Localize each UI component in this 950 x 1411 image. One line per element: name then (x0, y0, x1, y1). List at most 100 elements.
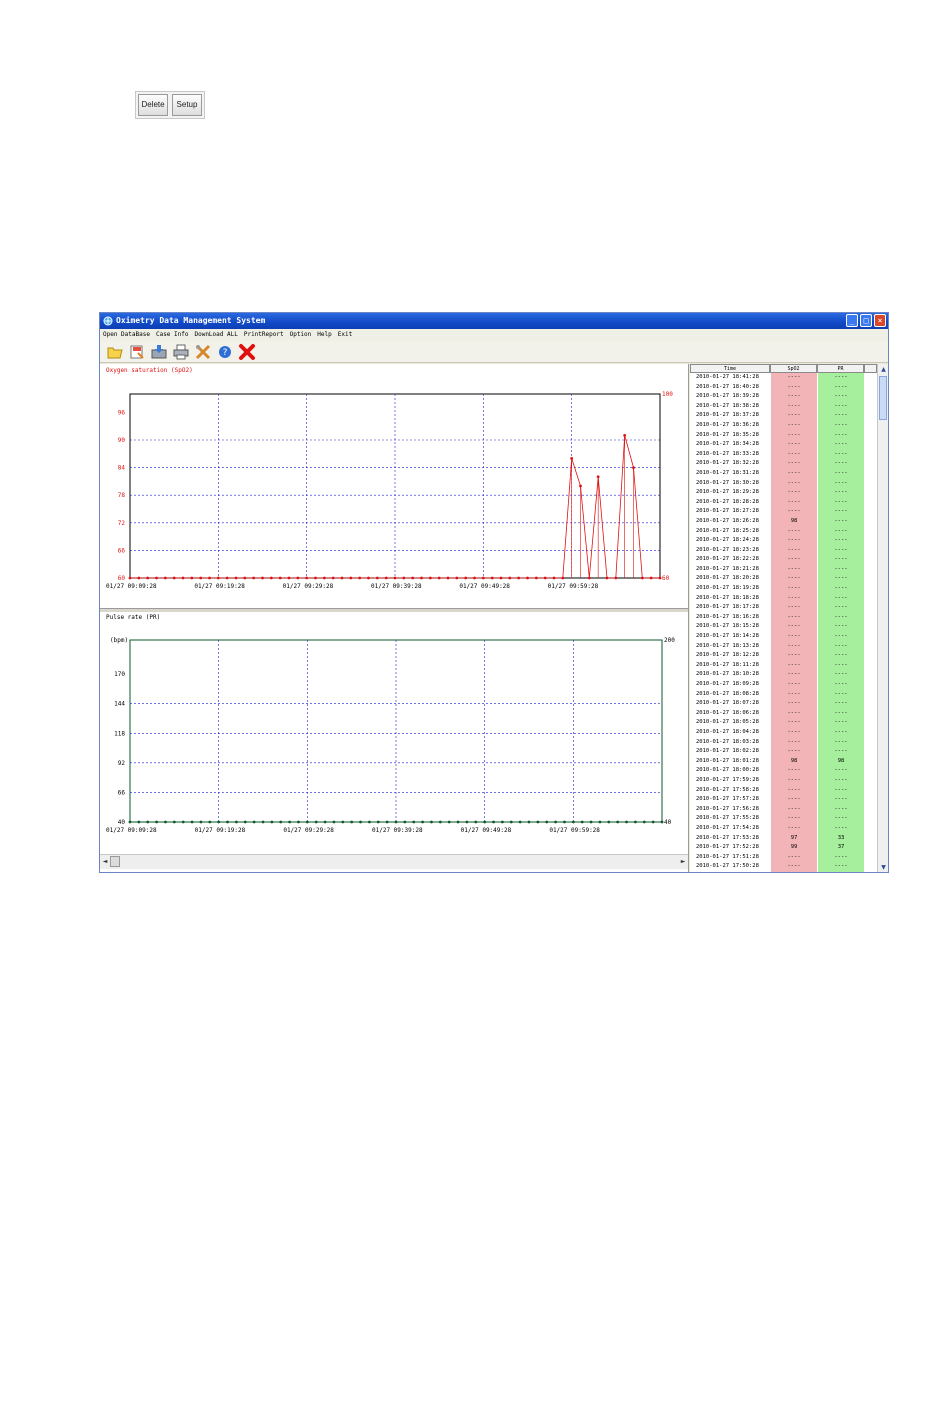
scroll-left-icon[interactable]: ◄ (100, 857, 110, 867)
table-row[interactable]: 2010-01-27 18:33:28 ---- ---- (690, 449, 877, 460)
table-row[interactable]: 2010-01-27 18:32:28 ---- ---- (690, 459, 877, 469)
table-row[interactable]: 2010-01-27 18:11:28 ---- ---- (690, 660, 877, 671)
column-header-time[interactable]: Time (690, 364, 770, 373)
table-row[interactable]: 2010-01-27 18:03:28 ---- ---- (690, 737, 877, 748)
minimize-icon[interactable]: _ (846, 314, 858, 327)
menu-help[interactable]: Help (317, 329, 331, 341)
cell-spacer (864, 440, 877, 450)
table-row[interactable]: 2010-01-27 18:00:28 ---- ---- (690, 766, 877, 776)
help-icon[interactable]: ? (216, 343, 234, 361)
menu-case-info[interactable]: Case Info (156, 329, 189, 341)
table-row[interactable]: 2010-01-27 18:22:28 ---- ---- (690, 555, 877, 565)
cell-spacer (864, 632, 877, 642)
table-row[interactable]: 2010-01-27 18:26:28 98 ---- (690, 516, 877, 527)
scroll-up-icon[interactable]: ▲ (879, 365, 888, 374)
print-icon[interactable] (172, 343, 190, 361)
cell-time: 2010-01-27 17:58:28 (696, 786, 759, 793)
table-row[interactable]: 2010-01-27 18:38:28 ---- ---- (690, 401, 877, 412)
table-row[interactable]: 2010-01-27 18:21:28 ---- ---- (690, 564, 877, 575)
table-row[interactable]: 2010-01-27 18:30:28 ---- ---- (690, 478, 877, 489)
table-row[interactable]: 2010-01-27 18:12:28 ---- ---- (690, 651, 877, 661)
close-icon[interactable]: × (874, 314, 886, 327)
data-point (527, 820, 531, 824)
table-row[interactable]: 2010-01-27 18:23:28 ---- ---- (690, 545, 877, 556)
data-point (217, 820, 221, 824)
y-tick-label: 66 (118, 547, 126, 554)
table-row[interactable]: 2010-01-27 18:04:28 ---- ---- (690, 727, 877, 738)
table-row[interactable]: 2010-01-27 17:59:28 ---- ---- (690, 775, 877, 786)
cell-spacer (864, 565, 877, 575)
table-row[interactable]: 2010-01-27 18:06:28 ---- ---- (690, 708, 877, 719)
open-record-icon[interactable] (128, 343, 146, 361)
table-row[interactable]: 2010-01-27 18:29:28 ---- ---- (690, 488, 877, 498)
table-row[interactable]: 2010-01-27 18:18:28 ---- ---- (690, 593, 877, 604)
table-row[interactable]: 2010-01-27 18:31:28 ---- ---- (690, 468, 877, 479)
maximize-icon[interactable]: □ (860, 314, 872, 327)
menu-exit[interactable]: Exit (338, 329, 352, 341)
table-row[interactable]: 2010-01-27 17:51:28 ---- ---- (690, 852, 877, 863)
table-row[interactable]: 2010-01-27 18:20:28 ---- ---- (690, 574, 877, 585)
cell-spo2: ---- (770, 852, 817, 863)
tools-icon[interactable] (194, 343, 212, 361)
table-row[interactable]: 2010-01-27 18:13:28 ---- ---- (690, 641, 877, 652)
table-row[interactable]: 2010-01-27 18:40:28 ---- ---- (690, 382, 877, 393)
table-row[interactable]: 2010-01-27 17:55:28 ---- ---- (690, 814, 877, 824)
table-row[interactable]: 2010-01-27 18:05:28 ---- ---- (690, 718, 877, 728)
table-row[interactable]: 2010-01-27 17:58:28 ---- ---- (690, 785, 877, 796)
menu-option[interactable]: Option (290, 329, 312, 341)
horizontal-scrollbar[interactable]: ◄ ► (100, 854, 688, 869)
table-row[interactable]: 2010-01-27 18:10:28 ---- ---- (690, 670, 877, 680)
scroll-down-icon[interactable]: ▼ (879, 863, 888, 872)
horizontal-scroll-thumb[interactable] (110, 856, 120, 867)
cell-spo2: ---- (770, 584, 817, 594)
table-row[interactable]: 2010-01-27 17:50:28 ---- ---- (690, 862, 877, 872)
delete-button[interactable]: Delete (138, 94, 168, 116)
data-point (552, 576, 556, 580)
data-point (437, 576, 441, 580)
exit-icon[interactable] (238, 343, 256, 361)
table-row[interactable]: 2010-01-27 18:07:28 ---- ---- (690, 699, 877, 709)
table-row[interactable]: 2010-01-27 18:25:28 ---- ---- (690, 526, 877, 537)
table-row[interactable]: 2010-01-27 18:09:28 ---- ---- (690, 680, 877, 690)
setup-button[interactable]: Setup (172, 94, 202, 116)
table-row[interactable]: 2010-01-27 18:37:28 ---- ---- (690, 411, 877, 421)
table-row[interactable]: 2010-01-27 17:52:28 99 37 (690, 843, 877, 853)
table-row[interactable]: 2010-01-27 17:56:28 ---- ---- (690, 804, 877, 815)
x-tick-label: 01/27 09:49:28 (459, 583, 510, 590)
table-row[interactable]: 2010-01-27 18:19:28 ---- ---- (690, 584, 877, 594)
table-row[interactable]: 2010-01-27 18:02:28 ---- ---- (690, 747, 877, 757)
table-row[interactable]: 2010-01-27 18:24:28 ---- ---- (690, 536, 877, 546)
download-icon[interactable] (150, 343, 168, 361)
table-row[interactable]: 2010-01-27 18:41:28 ---- ---- (690, 373, 877, 383)
cell-pr: ---- (817, 382, 864, 393)
vertical-scroll-thumb[interactable] (879, 376, 887, 420)
table-row[interactable]: 2010-01-27 18:34:28 ---- ---- (690, 440, 877, 450)
table-row[interactable]: 2010-01-27 18:28:28 ---- ---- (690, 497, 877, 508)
vertical-scrollbar[interactable]: ▲ ▼ (877, 364, 888, 872)
table-row[interactable]: 2010-01-27 18:14:28 ---- ---- (690, 632, 877, 642)
table-row[interactable]: 2010-01-27 18:35:28 ---- ---- (690, 430, 877, 441)
table-row[interactable]: 2010-01-27 18:27:28 ---- ---- (690, 507, 877, 517)
data-point (651, 820, 655, 824)
column-header-spo2[interactable]: SpO2 (770, 364, 817, 373)
scroll-right-icon[interactable]: ► (678, 857, 688, 867)
table-row[interactable]: 2010-01-27 18:15:28 ---- ---- (690, 622, 877, 633)
table-row[interactable]: 2010-01-27 17:54:28 ---- ---- (690, 823, 877, 834)
table-row[interactable]: 2010-01-27 17:53:28 97 33 (690, 833, 877, 844)
table-row[interactable]: 2010-01-27 18:39:28 ---- ---- (690, 392, 877, 402)
table-row[interactable]: 2010-01-27 18:16:28 ---- ---- (690, 612, 877, 623)
table-row[interactable]: 2010-01-27 18:08:28 ---- ---- (690, 689, 877, 700)
open-folder-icon[interactable] (106, 343, 124, 361)
column-header-pr[interactable]: PR (817, 364, 864, 373)
menu-download-all[interactable]: DownLoad ALL (194, 329, 237, 341)
right-axis-label-top: 200 (664, 637, 675, 644)
table-header: Time SpO2 PR (690, 364, 877, 373)
menu-open-database[interactable]: Open DataBase (103, 329, 150, 341)
table-row[interactable]: 2010-01-27 18:17:28 ---- ---- (690, 603, 877, 613)
table-row[interactable]: 2010-01-27 18:01:28 98 98 (690, 756, 877, 767)
data-point (596, 475, 600, 479)
menu-print-report[interactable]: PrintReport (244, 329, 284, 341)
table-row[interactable]: 2010-01-27 17:57:28 ---- ---- (690, 795, 877, 805)
cell-time: 2010-01-27 18:18:28 (696, 594, 759, 601)
table-row[interactable]: 2010-01-27 18:36:28 ---- ---- (690, 420, 877, 431)
